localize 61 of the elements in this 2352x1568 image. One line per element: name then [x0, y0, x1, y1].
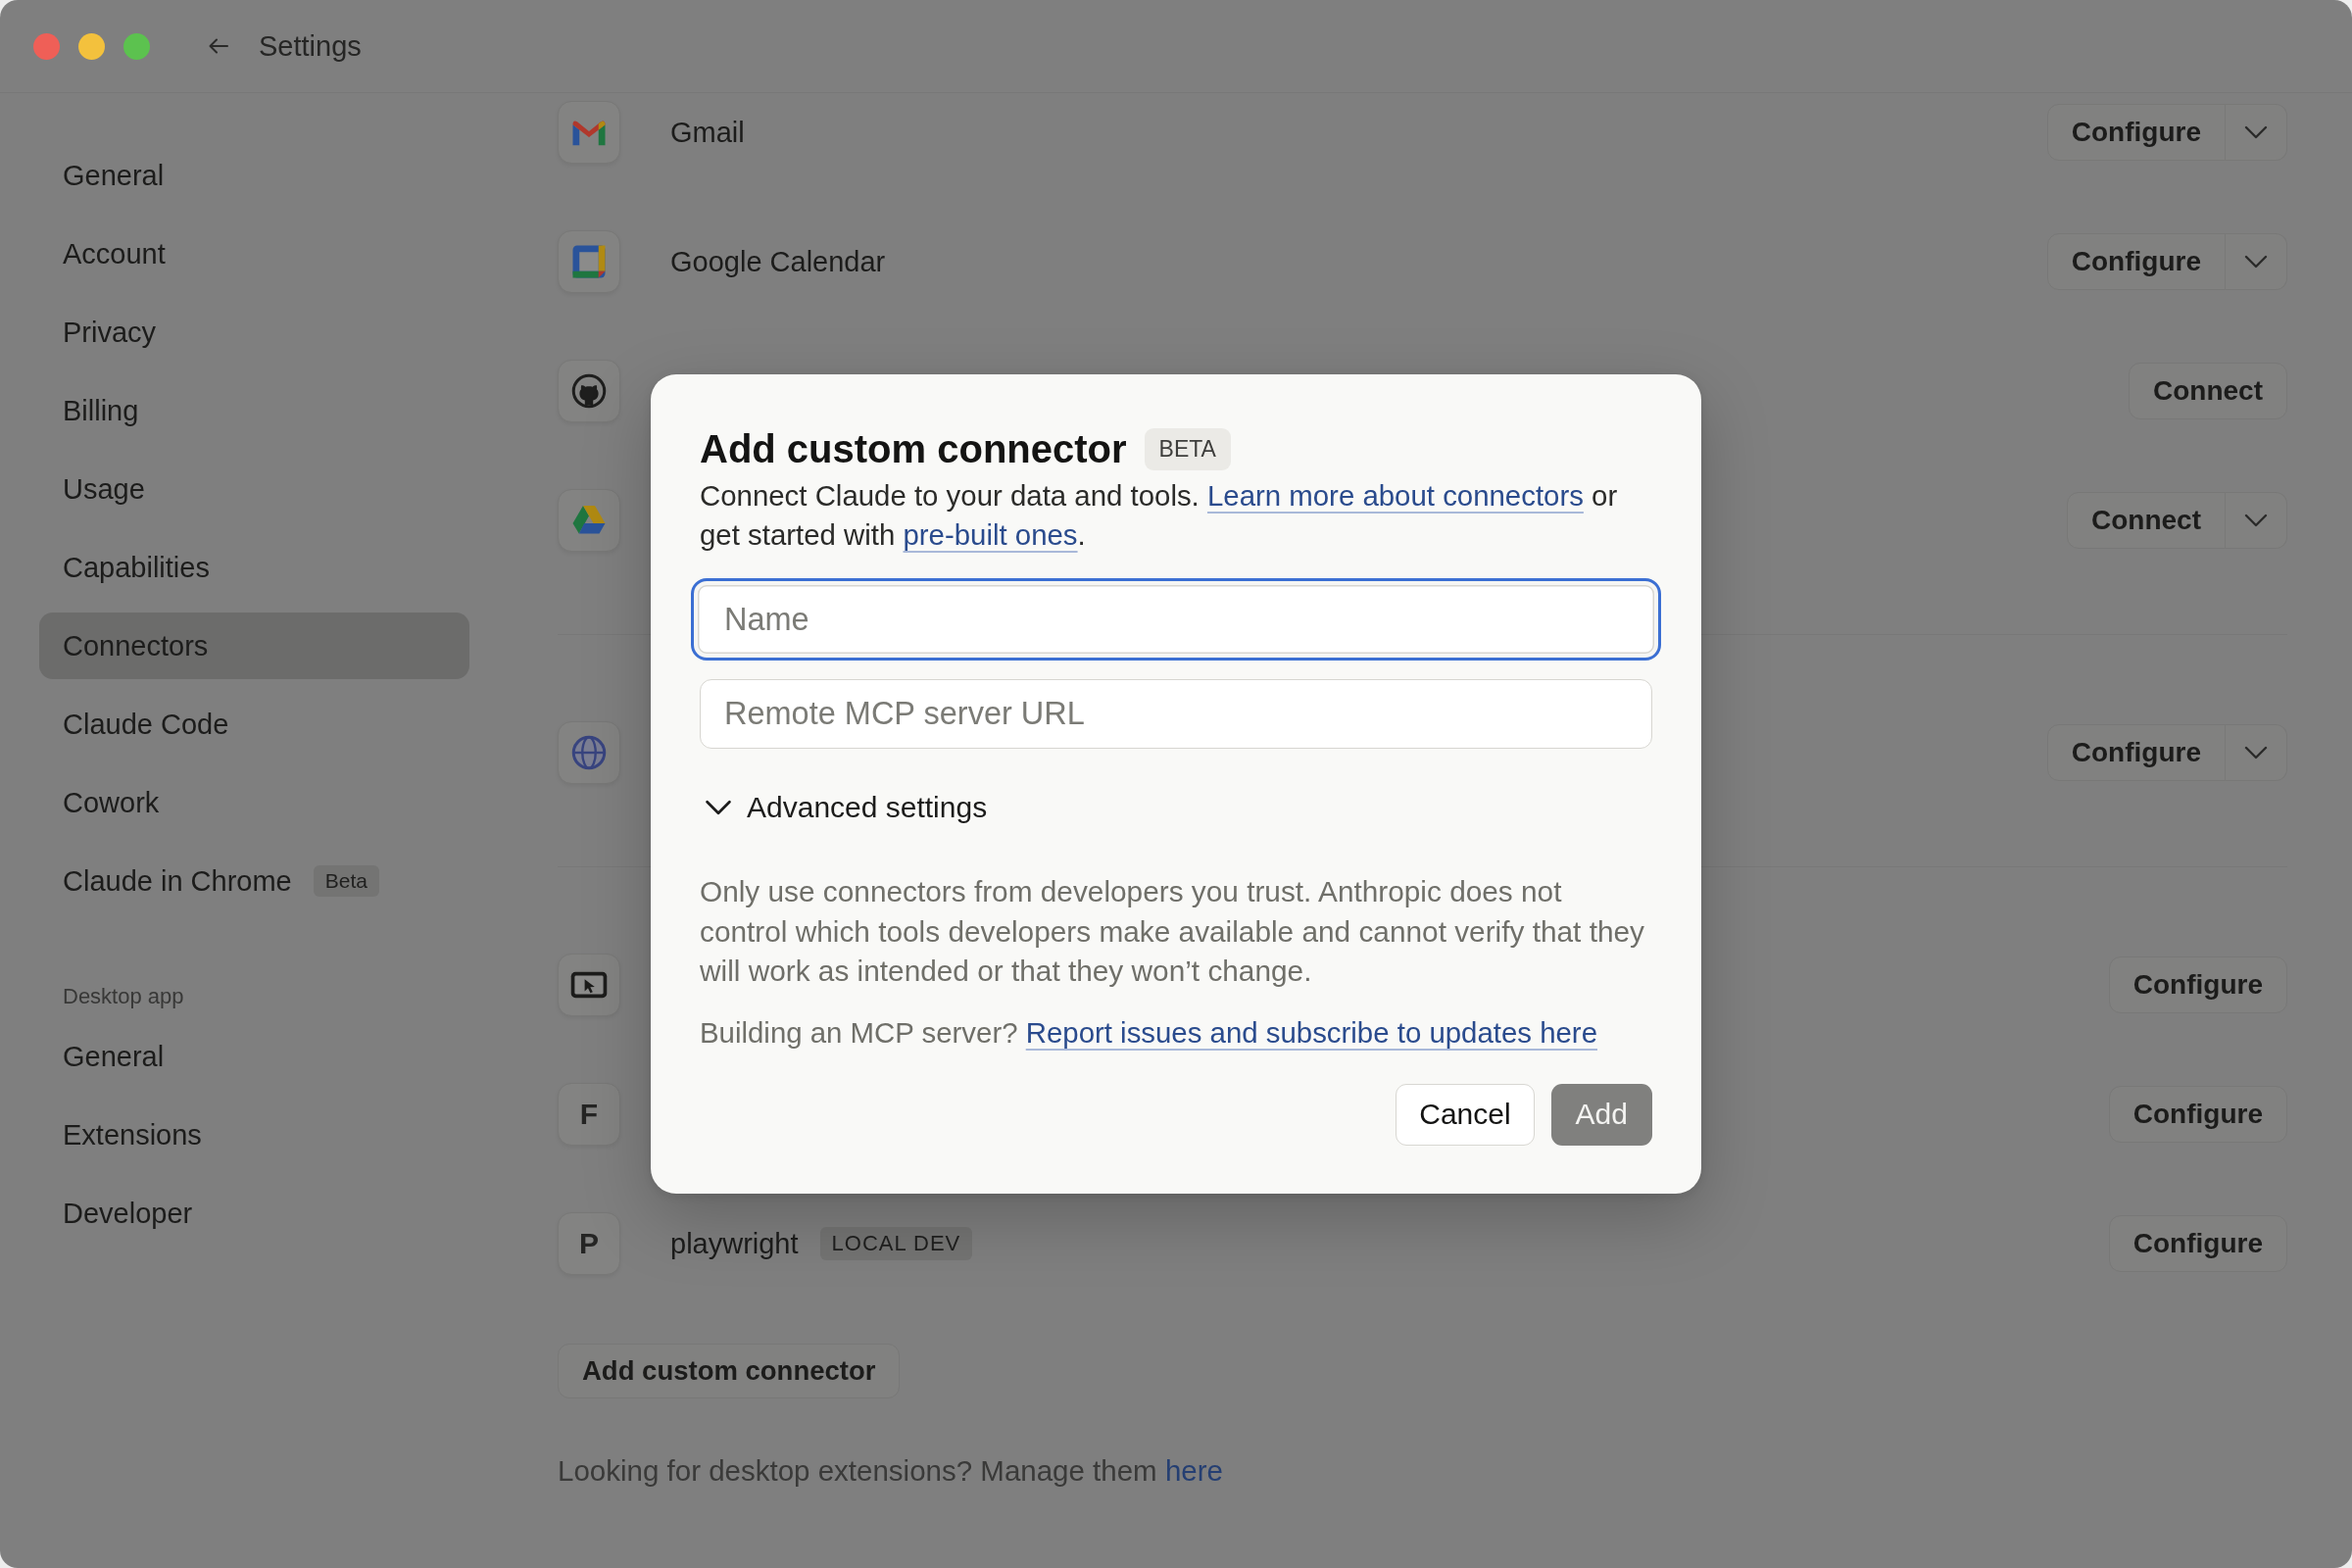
chevron-down-icon — [2244, 746, 2268, 760]
action-button[interactable]: Configure — [2046, 724, 2226, 781]
action-button[interactable]: Connect — [2067, 492, 2226, 549]
text-field[interactable]: Name — [691, 578, 1661, 662]
sidebar-item[interactable]: General — [39, 142, 469, 209]
sidebar-item[interactable]: Claude Code — [39, 691, 469, 758]
back-arrow-icon[interactable] — [209, 38, 228, 54]
sidebar-item[interactable]: Cowork — [39, 769, 469, 836]
add-connector-button[interactable]: Add custom connector — [558, 1344, 901, 1398]
sidebar-item[interactable]: Claude in Chrome Beta — [39, 848, 469, 914]
help-text: Building an MCP server? Report issues and subscribe to updates here — [700, 1014, 1598, 1051]
action-button[interactable]: Configure — [2046, 233, 2226, 290]
cancel-button[interactable]: Cancel — [1396, 1083, 1535, 1146]
action-button[interactable]: Configure — [2046, 104, 2226, 161]
warning-text: Only use connectors from developers you trust. Anthropic does not control which tools developers make available and cannot verify that they will work as intended or that they won’t change. — [700, 874, 1645, 990]
mail-icon — [558, 101, 620, 164]
dialog-title: Add custom connector — [700, 426, 1127, 471]
action-button[interactable]: Configure — [2108, 956, 2287, 1013]
minimize-window-icon[interactable] — [78, 32, 105, 60]
connector-name: playwright — [670, 1227, 799, 1260]
sidebar-heading: Desktop app — [62, 983, 185, 1010]
dropdown-button[interactable] — [2226, 492, 2287, 549]
action-button[interactable]: Configure — [2108, 1215, 2287, 1272]
chevron-down-icon — [2244, 255, 2268, 269]
tag-badge: LOCAL DEV — [819, 1227, 973, 1260]
sidebar-item[interactable]: Developer — [39, 1180, 469, 1247]
action-button[interactable]: Configure — [2108, 1086, 2287, 1143]
zoom-window-icon[interactable] — [123, 32, 150, 60]
beta-badge: BETA — [1144, 427, 1231, 470]
tag-badge: Beta — [313, 865, 379, 897]
connector-name: Google Calendar — [670, 245, 886, 278]
sidebar-item[interactable]: Extensions — [39, 1102, 469, 1168]
dialog-description: Connect Claude to your data and tools. Learn more about connectors or get started with pre-built ones. — [700, 478, 1619, 554]
sidebar-item[interactable]: General — [39, 1023, 469, 1090]
chevron-down-icon — [2244, 514, 2268, 527]
footer-text: Looking for desktop extensions? Manage them here — [558, 1454, 1223, 1488]
inline-link[interactable]: Learn more about connectors — [1206, 479, 1584, 513]
monitor-icon — [558, 954, 620, 1016]
action-button[interactable]: Connect — [2129, 363, 2287, 419]
globe-icon — [558, 721, 620, 784]
here-link[interactable]: here — [1164, 1454, 1223, 1487]
letter-avatar: P — [558, 1212, 620, 1275]
inline-link[interactable]: pre-built ones — [903, 518, 1078, 552]
close-window-icon[interactable] — [33, 32, 60, 60]
sidebar-item[interactable]: Privacy — [39, 299, 469, 366]
dropdown-button[interactable] — [2226, 104, 2287, 161]
connector-name: Gmail — [670, 116, 745, 149]
sidebar-item[interactable]: Billing — [39, 377, 469, 444]
sidebar-item[interactable]: Usage — [39, 456, 469, 522]
chevron-down-icon — [705, 800, 732, 816]
calendar-icon — [558, 230, 620, 293]
dropdown-button[interactable] — [2226, 724, 2287, 781]
chevron-down-icon — [2244, 125, 2268, 139]
sidebar-item[interactable]: Account — [39, 220, 469, 287]
report-link[interactable]: Report issues and subscribe to updates here — [1025, 1015, 1597, 1049]
window-title: Settings — [259, 29, 362, 63]
advanced-settings-toggle[interactable]: Advanced settings — [700, 788, 988, 828]
letter-avatar: F — [558, 1083, 620, 1146]
sidebar-item[interactable]: Capabilities — [39, 534, 469, 601]
sidebar-item[interactable]: Connectors — [39, 612, 469, 679]
dropdown-button[interactable] — [2226, 233, 2287, 290]
